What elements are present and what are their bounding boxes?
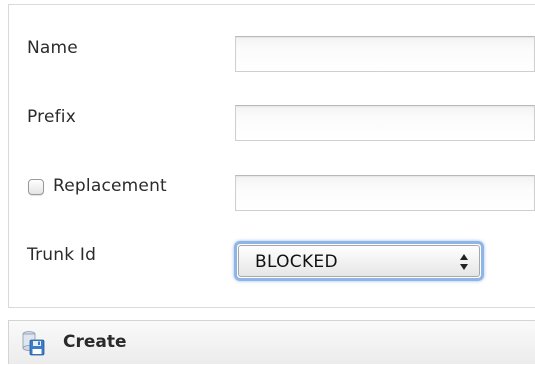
trunk-id-select-box[interactable]: BLOCKED <box>238 245 480 277</box>
prefix-input[interactable] <box>235 105 535 141</box>
replacement-checkbox[interactable] <box>28 179 44 195</box>
create-button[interactable]: Create <box>9 321 209 365</box>
action-bar: Create <box>8 320 535 364</box>
replacement-label: Replacement <box>53 176 167 196</box>
create-button-label: Create <box>63 332 127 352</box>
replacement-input[interactable] <box>235 175 535 211</box>
name-label: Name <box>27 38 78 58</box>
prefix-label: Prefix <box>27 107 76 127</box>
route-form-panel: Name Prefix Replacement Trunk Id BLOCKED <box>8 4 535 308</box>
trunk-id-selected-value: BLOCKED <box>255 252 338 272</box>
name-input[interactable] <box>235 36 535 72</box>
save-disk-icon <box>22 331 45 356</box>
trunk-id-label: Trunk Id <box>27 245 97 265</box>
up-down-arrows-icon <box>460 254 468 270</box>
trunk-id-select[interactable]: BLOCKED <box>234 241 484 281</box>
